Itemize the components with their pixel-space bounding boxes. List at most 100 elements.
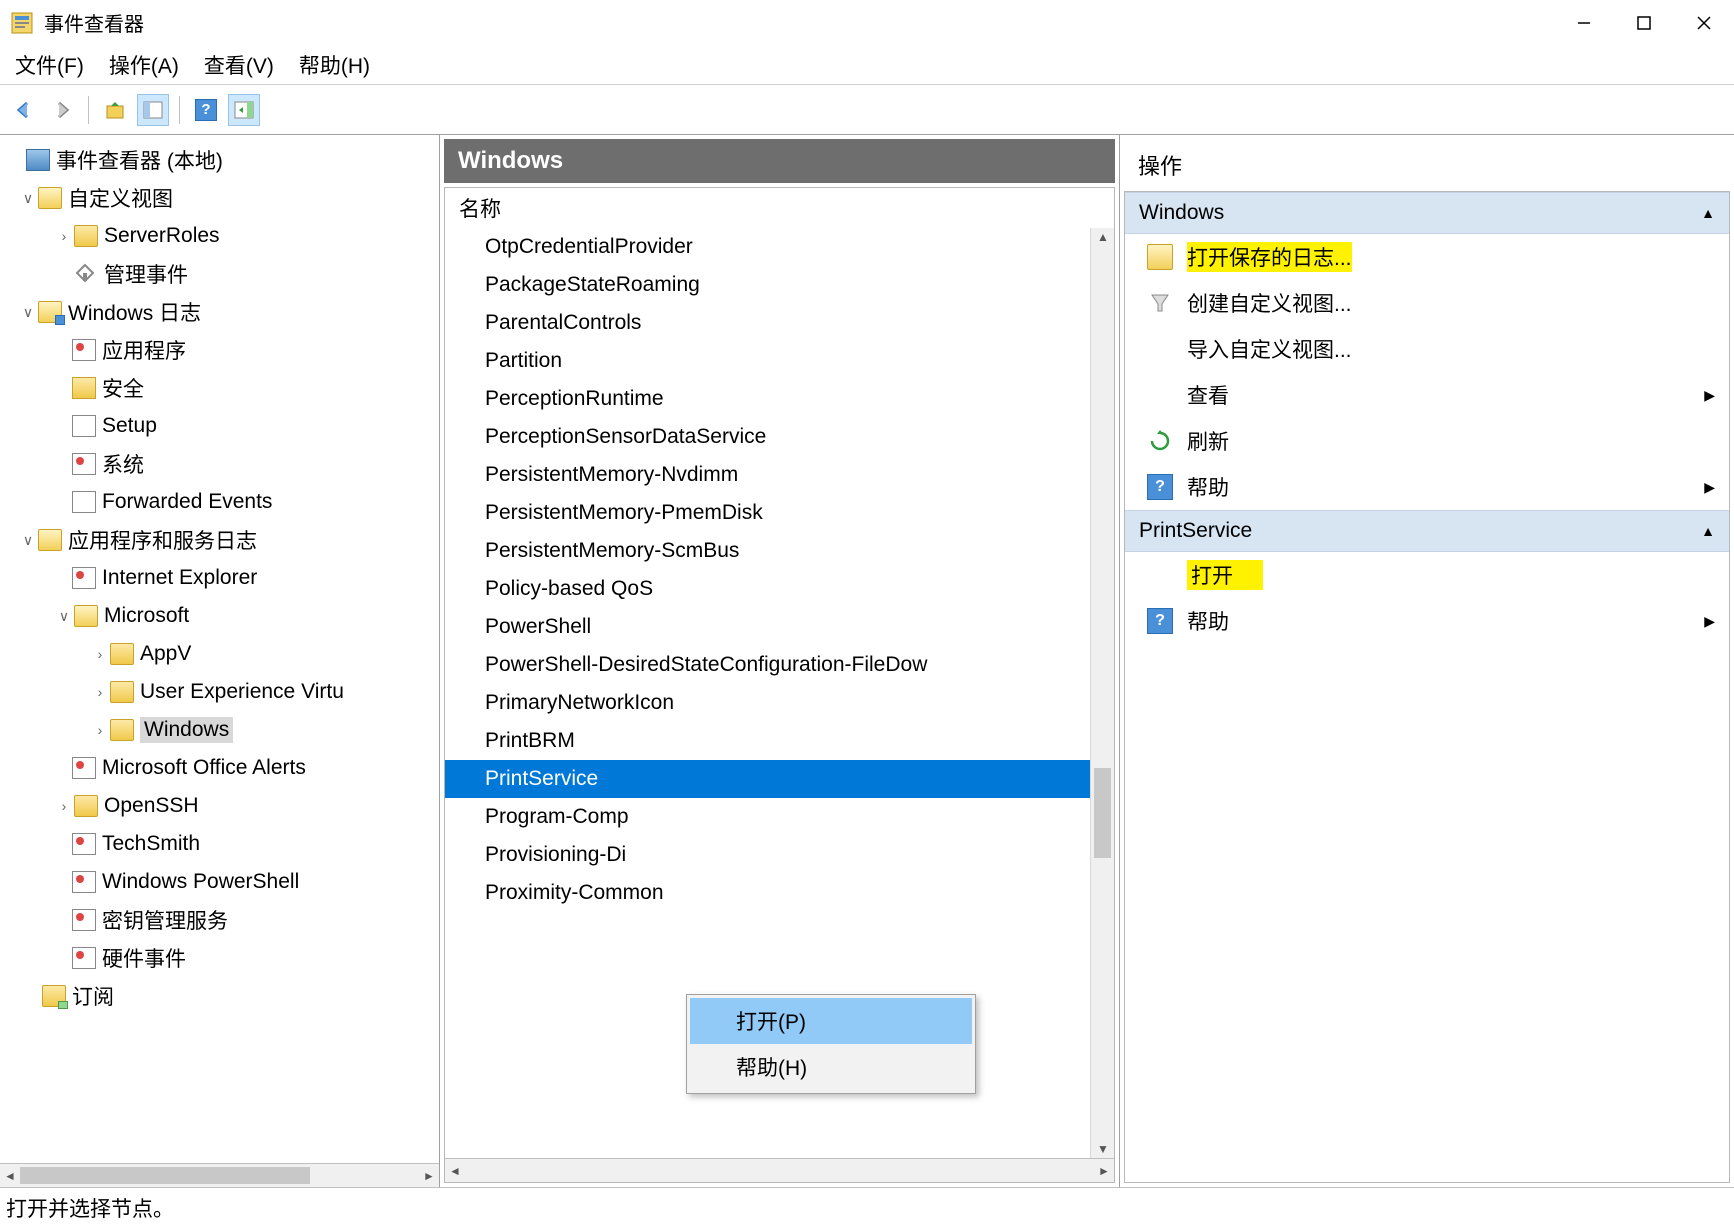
list-vscrollbar[interactable]: ▲▼ [1090,228,1114,1158]
tree-forwarded[interactable]: Forwarded Events [0,483,439,521]
tree-uev[interactable]: ›User Experience Virtu [0,673,439,711]
action-create-custom-view[interactable]: 创建自定义视图... [1125,280,1729,326]
context-menu-open[interactable]: 打开(P) [690,998,972,1044]
list-item[interactable]: Provisioning-Di [445,836,1114,874]
tree-setup[interactable]: Setup [0,407,439,445]
tree-label: AppV [140,642,191,666]
action-refresh[interactable]: 刷新 [1125,418,1729,464]
tree-panel: 事件查看器 (本地) ∨自定义视图 ›ServerRoles 管理事件 ∨Win… [0,135,440,1187]
list-item[interactable]: PerceptionSensorDataService [445,418,1114,456]
tree-label: 管理事件 [104,259,188,289]
scrollbar-thumb[interactable] [1094,768,1111,858]
tree-hardware[interactable]: 硬件事件 [0,939,439,977]
context-menu-help[interactable]: 帮助(H) [690,1044,972,1090]
list-item[interactable]: Policy-based QoS [445,570,1114,608]
actions-panel: 操作 Windows▲ 打开保存的日志... 创建自定义视图... 导入自定义视… [1120,135,1734,1187]
tree-label: TechSmith [102,832,200,856]
list-item[interactable]: Proximity-Common [445,874,1114,912]
folder-open-icon [1147,244,1173,270]
list-item[interactable]: PrintBRM [445,722,1114,760]
menu-file[interactable]: 文件(F) [15,50,84,80]
list-hscrollbar[interactable]: ◄► [445,1158,1114,1182]
scrollbar-thumb[interactable] [20,1167,310,1184]
actions-section-windows[interactable]: Windows▲ [1125,192,1729,234]
forward-button[interactable] [46,94,78,126]
funnel-icon [1147,290,1173,316]
tree-appv[interactable]: ›AppV [0,635,439,673]
tree-serverroles[interactable]: ›ServerRoles [0,217,439,255]
blank-icon [1147,382,1173,408]
list-item[interactable]: ParentalControls [445,304,1114,342]
action-import-custom-view[interactable]: 导入自定义视图... [1125,326,1729,372]
action-open[interactable]: 打开 [1125,552,1729,598]
menu-view[interactable]: 查看(V) [204,50,274,80]
show-tree-button[interactable] [137,94,169,126]
tree-system[interactable]: 系统 [0,445,439,483]
tree-admin-events[interactable]: 管理事件 [0,255,439,293]
list-item[interactable]: PersistentMemory-ScmBus [445,532,1114,570]
column-header-name[interactable]: 名称 [445,188,1114,228]
tree-microsoft[interactable]: ∨Microsoft [0,597,439,635]
action-help[interactable]: ?帮助▶ [1125,464,1729,510]
action-label: 刷新 [1187,426,1229,456]
list-item[interactable]: PrintService [445,760,1114,798]
menu-help[interactable]: 帮助(H) [299,50,370,80]
tree-office-alerts[interactable]: Microsoft Office Alerts [0,749,439,787]
minimize-button[interactable] [1554,0,1614,45]
tree-root[interactable]: 事件查看器 (本地) [0,141,439,179]
tree-label: Internet Explorer [102,566,257,590]
tree-techsmith[interactable]: TechSmith [0,825,439,863]
tree-apps-services[interactable]: ∨应用程序和服务日志 [0,521,439,559]
tree-label: Microsoft [104,604,189,628]
tree-label: Setup [102,414,157,438]
tree-powershell[interactable]: Windows PowerShell [0,863,439,901]
tree-kms[interactable]: 密钥管理服务 [0,901,439,939]
maximize-button[interactable] [1614,0,1674,45]
tree-windows-folder[interactable]: ›Windows [0,711,439,749]
list-item[interactable]: PowerShell-DesiredStateConfiguration-Fil… [445,646,1114,684]
list-item[interactable]: OtpCredentialProvider [445,228,1114,266]
list-item[interactable]: Partition [445,342,1114,380]
refresh-icon [1147,428,1173,454]
action-open-saved-log[interactable]: 打开保存的日志... [1125,234,1729,280]
tree-subscriptions[interactable]: 订阅 [0,977,439,1015]
list-item[interactable]: PersistentMemory-Nvdimm [445,456,1114,494]
toolbar-separator [88,96,89,124]
tree-label: 系统 [102,449,144,479]
tree-label: 应用程序 [102,335,186,365]
tree-ie[interactable]: Internet Explorer [0,559,439,597]
list-item[interactable]: Program-Comp [445,798,1114,836]
tree-label: 自定义视图 [68,183,173,213]
show-actions-button[interactable] [228,94,260,126]
app-icon [10,11,34,35]
collapse-icon: ▲ [1701,523,1715,539]
back-button[interactable] [8,94,40,126]
tree-application[interactable]: 应用程序 [0,331,439,369]
tree-security[interactable]: 安全 [0,369,439,407]
tree-label: 订阅 [72,981,114,1011]
tree-body[interactable]: 事件查看器 (本地) ∨自定义视图 ›ServerRoles 管理事件 ∨Win… [0,135,439,1163]
menu-action[interactable]: 操作(A) [109,50,179,80]
actions-section-printservice[interactable]: PrintService▲ [1125,510,1729,552]
action-label: 导入自定义视图... [1187,334,1352,364]
list-item[interactable]: PrimaryNetworkIcon [445,684,1114,722]
blank-icon [1147,336,1173,362]
tree-label: OpenSSH [104,794,199,818]
tree-custom-views[interactable]: ∨自定义视图 [0,179,439,217]
tree-openssh[interactable]: ›OpenSSH [0,787,439,825]
tree-windows-logs[interactable]: ∨Windows 日志 [0,293,439,331]
action-label: 创建自定义视图... [1187,288,1352,318]
action-view[interactable]: 查看▶ [1125,372,1729,418]
help-icon: ? [1147,474,1173,500]
action-label: 查看 [1187,380,1229,410]
action-help-2[interactable]: ?帮助▶ [1125,598,1729,644]
list-item[interactable]: PackageStateRoaming [445,266,1114,304]
help-button[interactable]: ? [190,94,222,126]
list-item[interactable]: PerceptionRuntime [445,380,1114,418]
list-item[interactable]: PersistentMemory-PmemDisk [445,494,1114,532]
list-item[interactable]: PowerShell [445,608,1114,646]
close-button[interactable] [1674,0,1734,45]
up-button[interactable] [99,94,131,126]
tree-label: Microsoft Office Alerts [102,756,306,780]
tree-hscrollbar[interactable]: ◄► [0,1163,439,1187]
